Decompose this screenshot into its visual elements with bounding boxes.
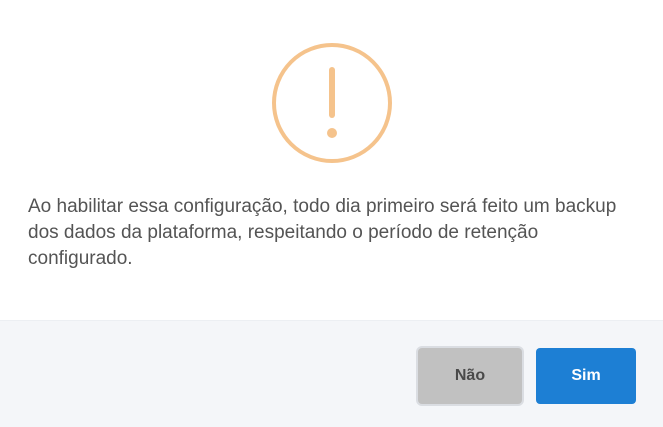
confirmation-dialog: Ao habilitar essa configuração, todo dia… xyxy=(0,0,663,427)
warning-icon xyxy=(270,41,394,165)
dialog-message: Ao habilitar essa configuração, todo dia… xyxy=(28,196,617,269)
dialog-footer: Não Sim xyxy=(0,320,663,427)
no-button[interactable]: Não xyxy=(418,348,522,404)
yes-button[interactable]: Sim xyxy=(536,348,636,404)
